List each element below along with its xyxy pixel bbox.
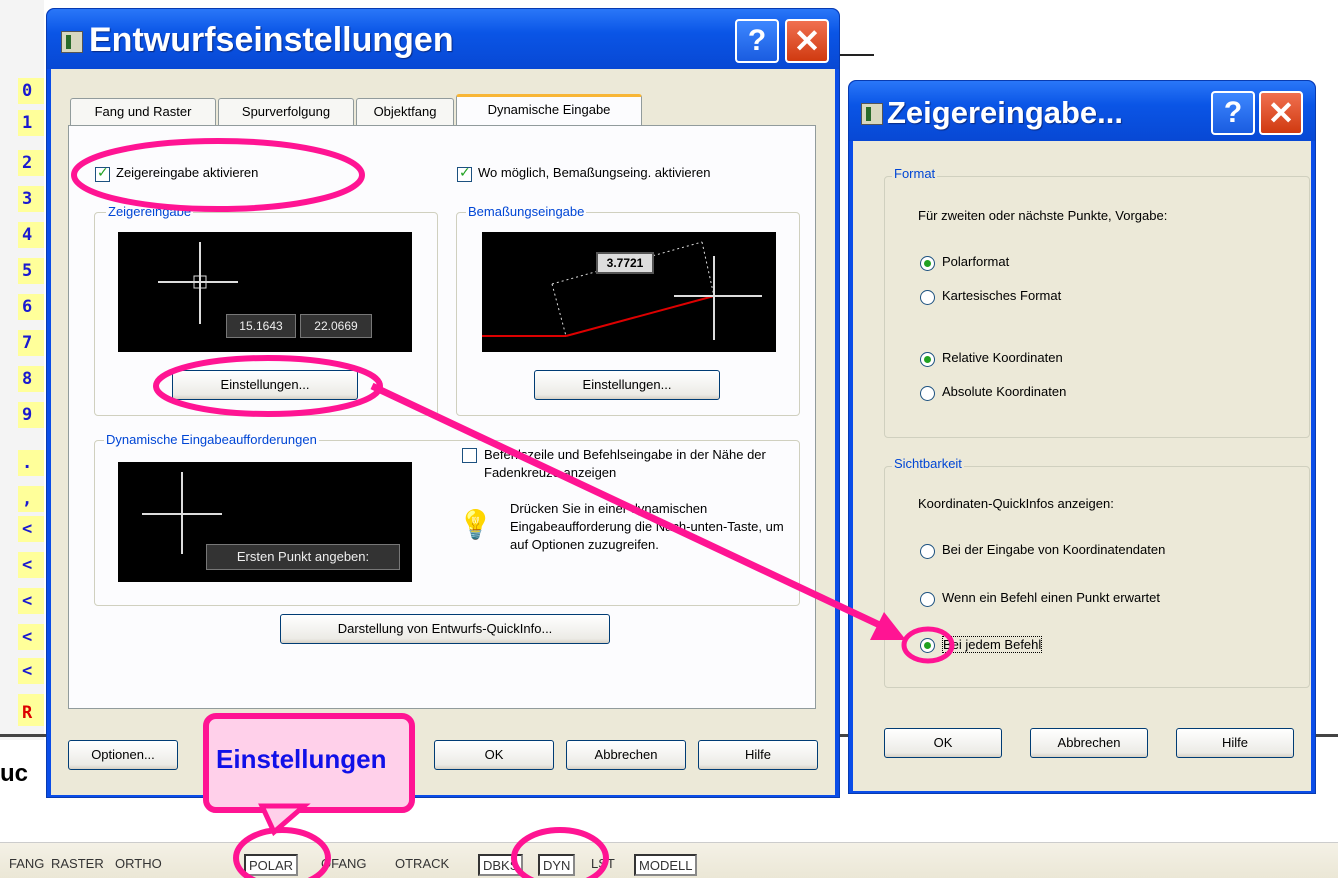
highlight-ellipse-radio bbox=[901, 626, 955, 664]
highlight-ellipse-dyn bbox=[511, 827, 609, 878]
callout-arrow bbox=[370, 382, 888, 632]
callout-text: Einstellungen bbox=[216, 744, 387, 774]
highlight-ellipse-enable bbox=[71, 138, 365, 212]
highlight-ellipse-settings bbox=[153, 355, 383, 417]
annotation-overlay bbox=[71, 138, 955, 878]
highlight-ellipse-polar bbox=[233, 827, 331, 878]
